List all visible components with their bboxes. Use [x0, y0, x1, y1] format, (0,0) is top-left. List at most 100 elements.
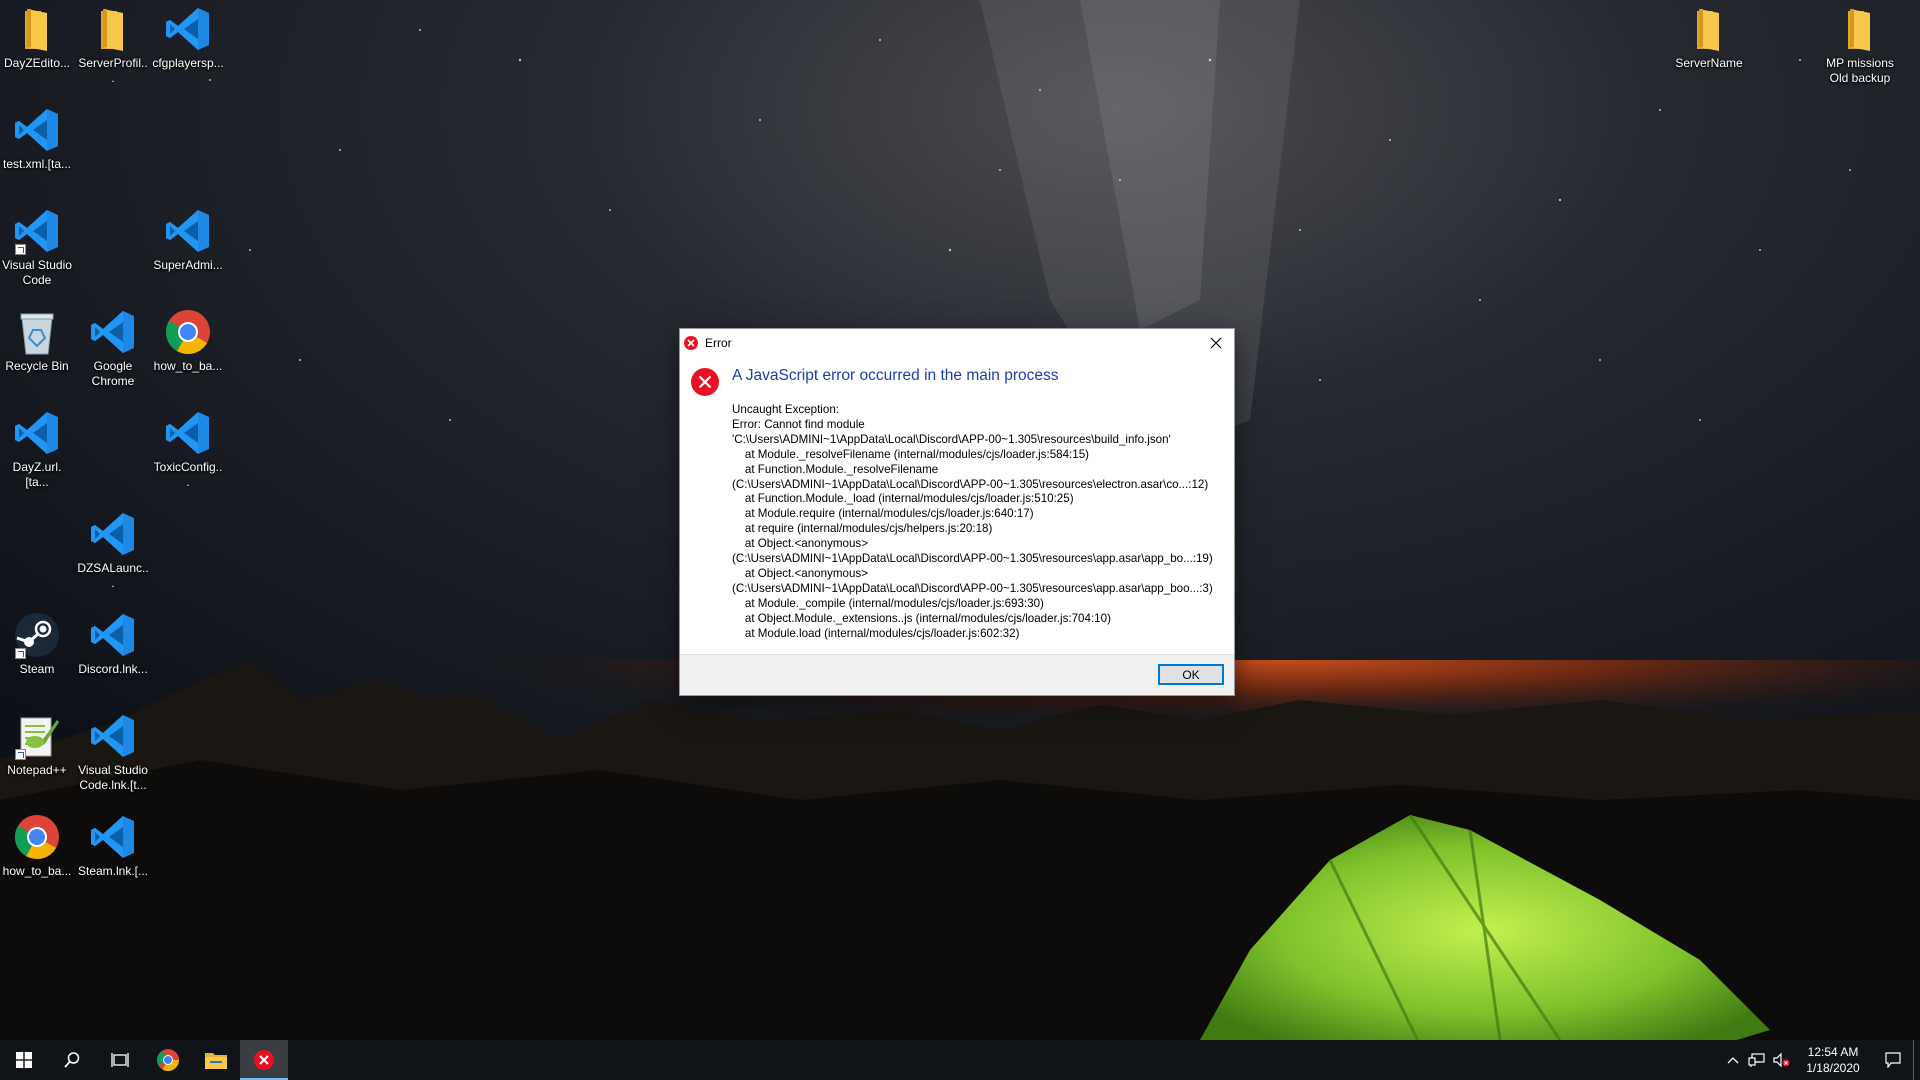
error-detail-line: Uncaught Exception: — [732, 403, 839, 416]
desktop-icon[interactable]: MP missions Old backup — [1824, 5, 1896, 86]
vscode-icon — [13, 207, 61, 255]
desktop-icon-label: Discord.lnk... — [78, 662, 148, 676]
ok-button[interactable]: OK — [1158, 664, 1224, 685]
vscode-icon — [89, 510, 137, 558]
error-icon — [684, 336, 698, 350]
desktop-icon-label: how_to_ba... — [153, 359, 223, 373]
error-detail-line: at Module._resolveFilename (internal/mod… — [732, 447, 1090, 461]
desktop-icon[interactable]: Discord.lnk... — [77, 611, 149, 677]
close-button[interactable] — [1198, 329, 1234, 357]
shortcut-arrow-icon — [15, 648, 26, 659]
start-button[interactable] — [0, 1040, 48, 1080]
error-detail-line: at require (internal/modules/cjs/helpers… — [732, 522, 993, 536]
desktop-icon[interactable]: ToxicConfig... — [152, 409, 224, 490]
desktop-icon[interactable]: DZSALaunc... — [77, 510, 149, 591]
taskbar-error-app[interactable] — [240, 1040, 288, 1080]
desktop-icon-label: Recycle Bin — [5, 359, 69, 373]
error-icon — [691, 368, 719, 396]
vscode-icon — [164, 409, 212, 457]
dialog-title: Error — [705, 336, 732, 350]
file-explorer-icon — [205, 1053, 227, 1069]
task-view-button[interactable] — [96, 1040, 144, 1080]
vscode-icon — [89, 813, 137, 861]
search-button[interactable] — [48, 1040, 96, 1080]
dialog-body: A JavaScript error occurred in the main … — [680, 357, 1234, 645]
desktop-icon-label: Google Chrome — [91, 359, 135, 388]
folder-icon — [1836, 5, 1884, 53]
desktop-icon[interactable]: Notepad++ — [1, 712, 73, 778]
desktop-icon[interactable]: Steam.lnk.[... — [77, 813, 149, 879]
show-hidden-icons-button[interactable] — [1721, 1040, 1745, 1080]
chrome-icon — [157, 1049, 179, 1071]
error-detail-line: at Module.load (internal/modules/cjs/loa… — [732, 626, 1020, 640]
chrome-icon — [13, 813, 61, 861]
desktop-icon[interactable]: SuperAdmi... — [152, 207, 224, 273]
system-tray: 12:54 AM 1/18/2020 — [1721, 1040, 1920, 1080]
volume-muted-icon — [1773, 1052, 1790, 1068]
volume-button[interactable] — [1769, 1040, 1793, 1080]
main-instruction: A JavaScript error occurred in the main … — [732, 367, 1059, 384]
clock[interactable]: 12:54 AM 1/18/2020 — [1797, 1044, 1869, 1076]
desktop-icon-label: Notepad++ — [7, 763, 67, 777]
network-button[interactable] — [1745, 1040, 1769, 1080]
desktop-icon[interactable]: Steam — [1, 611, 73, 677]
vscode-icon — [89, 712, 137, 760]
desktop-icon[interactable]: Google Chrome — [77, 308, 149, 389]
error-app-icon — [254, 1050, 274, 1070]
desktop-icon[interactable]: DayZ.url.[ta... — [1, 409, 73, 490]
desktop-icon[interactable]: DayZEdito... — [1, 5, 73, 71]
error-dialog: Error A JavaScript error occurred in the… — [679, 328, 1235, 696]
desktop-icon-label: DayZ.url.[ta... — [12, 460, 62, 489]
clock-time: 12:54 AM — [1807, 1045, 1859, 1059]
dialog-footer: OK — [680, 654, 1234, 695]
dialog-titlebar[interactable]: Error — [680, 329, 1234, 357]
shortcut-arrow-icon — [15, 749, 26, 760]
show-desktop-button[interactable] — [1913, 1040, 1920, 1080]
vscode-icon — [164, 5, 212, 53]
folder-icon — [89, 5, 137, 53]
chrome-icon — [164, 308, 212, 356]
vscode-icon — [13, 106, 61, 154]
desktop-icon-label: Steam — [19, 662, 55, 676]
action-center-button[interactable] — [1873, 1040, 1913, 1080]
error-detail-line: at Object.Module._extensions..js (intern… — [732, 611, 1111, 625]
desktop-icon[interactable]: cfgplayersp... — [152, 5, 224, 71]
folder-icon — [13, 5, 61, 53]
desktop-icon-label: ServerProfil... — [78, 56, 148, 85]
error-detail-line: (C:\Users\ADMINI~1\AppData\Local\Discord… — [732, 581, 1213, 595]
desktop-icon-label: Visual Studio Code.lnk.[t... — [78, 763, 148, 792]
error-detail-line: at Object.<anonymous> — [732, 537, 868, 551]
steam-icon — [13, 611, 61, 659]
vscode-icon — [89, 308, 137, 356]
desktop-icon[interactable]: ServerName — [1673, 5, 1745, 71]
error-detail-line: (C:\Users\ADMINI~1\AppData\Local\Discord… — [732, 477, 1209, 491]
error-detail-line: at Module.require (internal/modules/cjs/… — [732, 507, 1034, 521]
taskbar-chrome[interactable] — [144, 1040, 192, 1080]
taskbar-file-explorer[interactable] — [192, 1040, 240, 1080]
desktop-icon[interactable]: Visual Studio Code.lnk.[t... — [77, 712, 149, 793]
recycle-bin-icon — [13, 308, 61, 356]
desktop-icon-label: how_to_ba... — [2, 864, 72, 878]
windows-logo-icon — [16, 1052, 32, 1068]
desktop-icon[interactable]: how_to_ba... — [152, 308, 224, 374]
taskbar: 12:54 AM 1/18/2020 — [0, 1040, 1920, 1080]
desktop-icon-label: ServerName — [1675, 56, 1743, 70]
error-detail-line: at Module._compile (internal/modules/cjs… — [732, 596, 1044, 610]
desktop-icon[interactable]: how_to_ba... — [1, 813, 73, 879]
desktop-icon[interactable]: Recycle Bin — [1, 308, 73, 374]
error-detail-line: Error: Cannot find module — [732, 417, 865, 431]
error-detail-line: at Object.<anonymous> — [732, 566, 868, 580]
vscode-icon — [89, 611, 137, 659]
search-icon — [64, 1052, 80, 1068]
notification-icon — [1885, 1052, 1901, 1068]
desktop-icon-label: SuperAdmi... — [153, 258, 223, 272]
error-detail-line: at Function.Module._load (internal/modul… — [732, 492, 1074, 506]
shortcut-arrow-icon — [15, 244, 26, 255]
folder-icon — [1685, 5, 1733, 53]
desktop-icon-label: MP missions Old backup — [1826, 56, 1894, 85]
desktop-icon[interactable]: ServerProfil... — [77, 5, 149, 86]
network-icon — [1748, 1053, 1765, 1067]
desktop-icon[interactable]: Visual Studio Code — [1, 207, 73, 288]
desktop-icon-label: cfgplayersp... — [152, 56, 224, 70]
desktop-icon[interactable]: test.xml.[ta... — [1, 106, 73, 172]
